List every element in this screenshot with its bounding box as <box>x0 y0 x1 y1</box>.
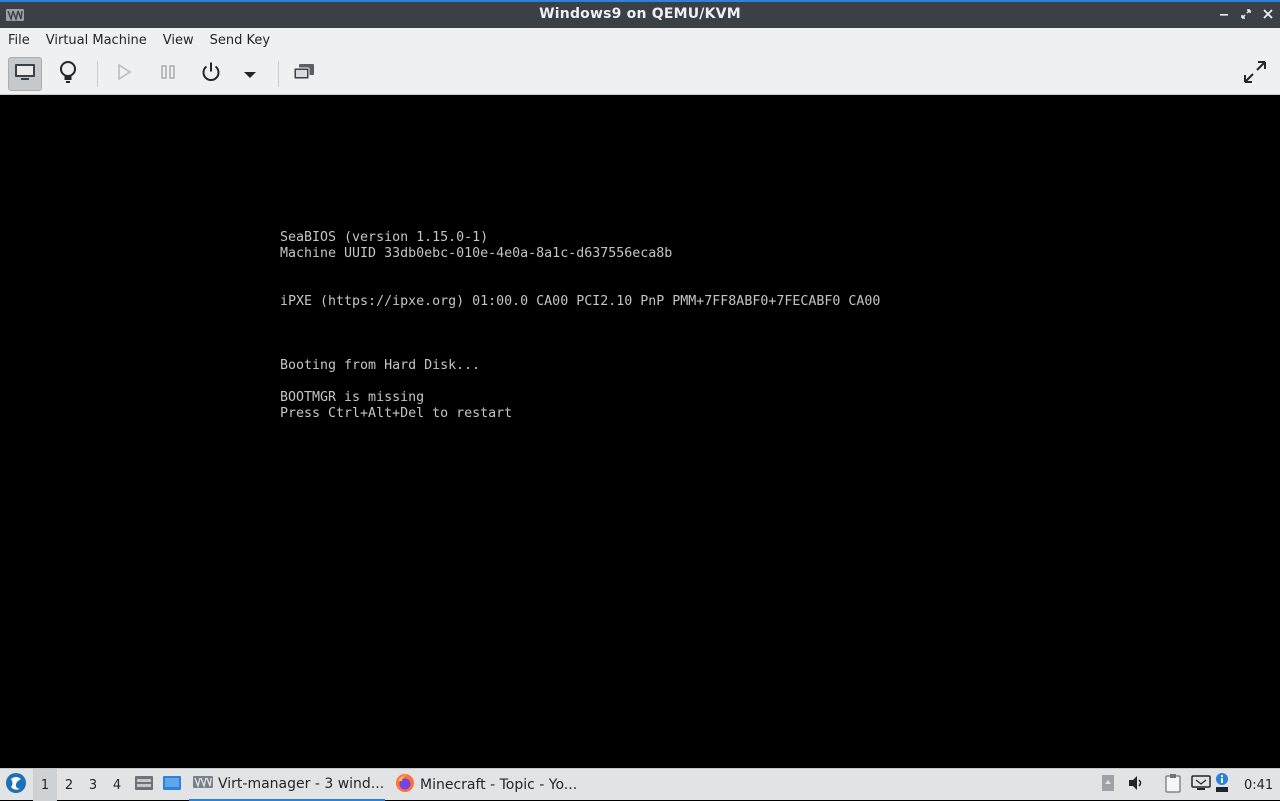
display-icon <box>14 62 36 86</box>
pause-icon <box>160 63 176 85</box>
file-manager-launcher[interactable] <box>133 769 155 801</box>
toolbar <box>0 53 1280 95</box>
show-desktop-launcher[interactable] <box>161 769 183 801</box>
close-icon[interactable] <box>1259 5 1277 23</box>
lightbulb-icon <box>58 60 78 88</box>
dropdown-arrow-icon <box>243 65 257 84</box>
shutdown-menu-button[interactable] <box>233 57 267 91</box>
clock[interactable]: 0:41 <box>1244 769 1278 801</box>
window-titlebar[interactable]: Windows9 on QEMU/KVM <box>0 0 1280 28</box>
taskbar: 1 2 3 4 Virt-manager - 3 wind... Minecra… <box>0 768 1280 801</box>
tray-clipboard[interactable] <box>1162 769 1184 801</box>
fullscreen-button[interactable] <box>1238 57 1272 91</box>
start-menu-button[interactable] <box>4 769 28 801</box>
tray-show-hidden[interactable] <box>1098 769 1118 801</box>
fullscreen-icon <box>1242 59 1268 89</box>
console-line: Press Ctrl+Alt+Del to restart <box>280 406 513 421</box>
console-line: iPXE (https://ipxe.org) 01:00.0 CA00 PCI… <box>280 294 881 309</box>
menu-virtual-machine[interactable]: Virtual Machine <box>38 28 155 53</box>
tray-volume[interactable] <box>1126 769 1146 801</box>
console-line: BOOTMGR is missing <box>280 390 425 405</box>
workspace-2[interactable]: 2 <box>57 769 81 801</box>
app-menu-icon <box>5 772 27 798</box>
snapshots-icon <box>292 62 316 86</box>
task-firefox[interactable]: Minecraft - Topic - Yo... <box>393 769 593 801</box>
task-label: Minecraft - Topic - Yo... <box>420 777 578 793</box>
menu-send-key[interactable]: Send Key <box>202 28 278 53</box>
clipboard-icon <box>1164 773 1182 797</box>
console-line: Booting from Hard Disk... <box>280 358 481 373</box>
console-view-button[interactable] <box>8 57 42 91</box>
firefox-icon <box>395 773 415 797</box>
restore-icon[interactable] <box>1237 5 1255 23</box>
task-virt-manager[interactable]: Virt-manager - 3 wind... <box>189 769 385 801</box>
file-manager-icon <box>134 774 154 796</box>
snapshots-button[interactable] <box>287 57 321 91</box>
shutdown-button[interactable] <box>194 57 228 91</box>
tray-network[interactable] <box>1190 769 1212 801</box>
task-label: Virt-manager - 3 wind... <box>218 776 385 792</box>
window-title: Windows9 on QEMU/KVM <box>539 6 741 22</box>
workspace-3[interactable]: 3 <box>81 769 105 801</box>
tray-arrow-icon <box>1101 774 1115 796</box>
virt-manager-icon <box>193 775 213 793</box>
workspace-1[interactable]: 1 <box>33 769 57 801</box>
power-icon <box>200 61 222 87</box>
workspace-4[interactable]: 4 <box>105 769 129 801</box>
console-line: Machine UUID 33db0ebc-010e-4e0a-8a1c-d63… <box>280 246 673 261</box>
minimize-icon[interactable] <box>1215 5 1233 23</box>
desktop-icon <box>162 774 182 796</box>
vm-display[interactable]: SeaBIOS (version 1.15.0-1) Machine UUID … <box>0 95 1280 768</box>
network-icon <box>1191 774 1211 796</box>
virt-manager-icon[interactable] <box>6 7 24 22</box>
notification-info-icon <box>1215 772 1229 798</box>
toolbar-separator <box>278 61 279 87</box>
run-button[interactable] <box>107 57 141 91</box>
play-icon <box>116 63 132 85</box>
console-line: SeaBIOS (version 1.15.0-1) <box>280 230 489 245</box>
volume-icon <box>1127 775 1145 795</box>
menu-view[interactable]: View <box>155 28 202 53</box>
pause-button[interactable] <box>151 57 185 91</box>
menu-bar: File Virtual Machine View Send Key <box>0 28 1280 53</box>
details-view-button[interactable] <box>51 57 85 91</box>
toolbar-separator <box>97 61 98 87</box>
menu-file[interactable]: File <box>0 28 38 53</box>
tray-notifications[interactable] <box>1214 769 1230 801</box>
titlebar-accent <box>0 0 1280 2</box>
